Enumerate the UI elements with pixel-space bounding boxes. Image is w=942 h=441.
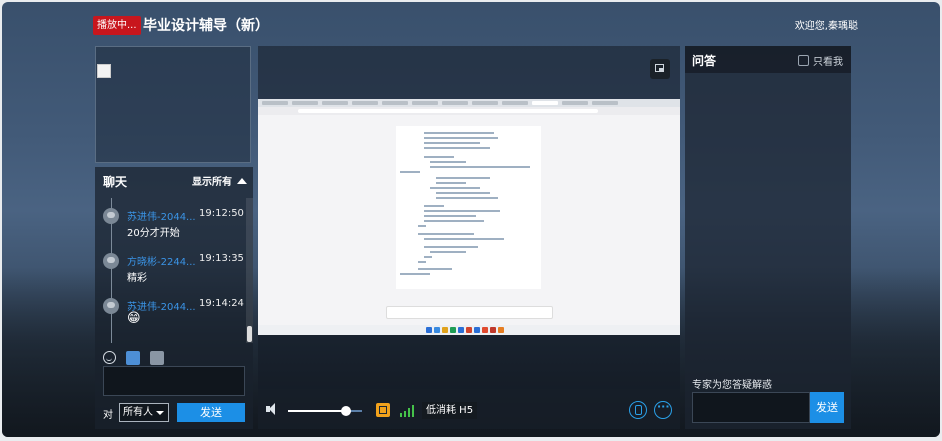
qa-panel: 问答 只看我 专家为您答疑解惑 发送 xyxy=(685,46,851,429)
message-text: 20分才开始 xyxy=(127,228,180,239)
shared-screen xyxy=(258,99,680,335)
history-icon[interactable] xyxy=(150,350,165,365)
message-time: 19:12:50 xyxy=(199,208,244,219)
picture-mode-icon[interactable] xyxy=(376,403,390,417)
checkbox-icon[interactable] xyxy=(798,55,809,66)
chat-bubble-icon xyxy=(103,298,119,314)
chat-header: 聊天 显示所有 xyxy=(95,167,253,198)
signal-icon xyxy=(400,405,414,417)
browser-tab-strip xyxy=(258,99,680,107)
quick-reply-icon[interactable] xyxy=(126,350,141,365)
raise-hand-icon[interactable] xyxy=(629,401,647,419)
chat-send-row: 对 所有人 发送 xyxy=(103,403,251,423)
assistant-input-bar xyxy=(386,306,553,319)
caret-up-icon xyxy=(237,178,247,184)
fullscreen-icon[interactable] xyxy=(650,59,670,79)
chat-bubble-icon xyxy=(103,208,119,224)
playback-mode-label[interactable]: 低消耗 H5 xyxy=(422,402,478,419)
chat-panel: 聊天 显示所有 苏进伟-2044... 19:12:50 20分才开始 方晓彬-… xyxy=(95,167,253,429)
only-me-toggle[interactable]: 只看我 xyxy=(798,53,843,68)
qa-header: 问答 只看我 xyxy=(685,46,851,73)
volume-knob[interactable] xyxy=(340,406,351,416)
qa-hint: 专家为您答疑解惑 xyxy=(692,380,772,391)
more-options-icon[interactable] xyxy=(654,400,672,419)
volume-slider[interactable] xyxy=(288,406,362,416)
recipient-select[interactable]: 所有人 xyxy=(119,403,169,422)
chat-message-list[interactable]: 苏进伟-2044... 19:12:50 20分才开始 方晓彬-2244... … xyxy=(95,198,253,343)
code-editor xyxy=(396,126,541,289)
chat-scrollbar[interactable] xyxy=(246,198,253,343)
volume-icon[interactable] xyxy=(266,403,280,415)
message-time: 19:14:24 xyxy=(199,298,244,309)
live-status-badge: 播放中... xyxy=(93,16,141,35)
course-title: 毕业设计辅导（新） xyxy=(143,18,269,34)
question-input[interactable] xyxy=(692,392,810,423)
chat-toolbar xyxy=(103,347,169,365)
chat-bubble-icon xyxy=(103,253,119,269)
top-bar: 播放中... 毕业设计辅导（新） 欢迎您,秦瑀聪 xyxy=(2,2,940,44)
chat-title: 聊天 xyxy=(103,175,128,189)
show-all-label: 显示所有 xyxy=(192,177,232,188)
qa-send-button[interactable]: 发送 xyxy=(810,392,844,423)
show-all-toggle[interactable]: 显示所有 xyxy=(192,167,247,198)
volume-fill xyxy=(288,410,346,412)
message-text: 😁 xyxy=(127,311,141,326)
chat-input[interactable] xyxy=(103,366,245,396)
message-text: 精彩 xyxy=(127,273,147,284)
player-controls: 低消耗 H5 xyxy=(258,389,680,429)
video-panel xyxy=(258,46,680,389)
message-time: 19:13:35 xyxy=(199,253,244,264)
to-label: 对 xyxy=(103,410,113,421)
chat-send-button[interactable]: 发送 xyxy=(177,403,245,422)
only-me-label: 只看我 xyxy=(813,57,843,68)
emoji-icon[interactable] xyxy=(103,351,116,364)
chevron-down-icon xyxy=(156,411,164,415)
camera-thumbnail xyxy=(95,46,251,163)
welcome-user-text: 欢迎您,秦瑀聪 xyxy=(794,21,858,32)
browser-address-bar xyxy=(258,107,680,115)
os-taskbar xyxy=(258,325,680,335)
sender-name[interactable]: 苏进伟-2044... xyxy=(127,208,196,223)
sender-name[interactable]: 方晓彬-2244... xyxy=(127,253,196,268)
scrollbar-thumb[interactable] xyxy=(247,326,252,342)
live-classroom-window: 播放中... 毕业设计辅导（新） 欢迎您,秦瑀聪 聊天 显示所有 苏进伟-204… xyxy=(2,2,940,437)
recipient-value: 所有人 xyxy=(123,407,153,418)
broken-image-icon xyxy=(97,64,111,78)
qa-title: 问答 xyxy=(692,54,717,68)
